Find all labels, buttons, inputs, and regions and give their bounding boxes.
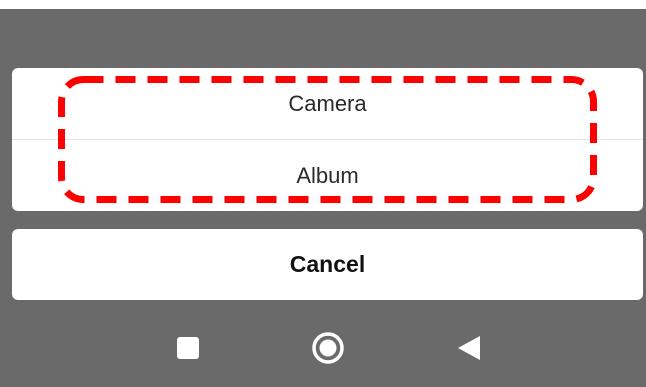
back-button[interactable] [448,328,488,368]
action-sheet: Camera Album [12,68,643,211]
screen: Camera Album Cancel [0,0,646,387]
back-icon [458,336,480,360]
home-button[interactable] [308,328,348,368]
home-icon [312,332,344,364]
camera-option[interactable]: Camera [12,68,643,139]
navigation-bar [0,300,646,387]
recent-apps-icon [177,337,199,359]
recent-apps-button[interactable] [168,328,208,368]
cancel-button[interactable]: Cancel [12,229,643,300]
album-option[interactable]: Album [12,140,643,211]
